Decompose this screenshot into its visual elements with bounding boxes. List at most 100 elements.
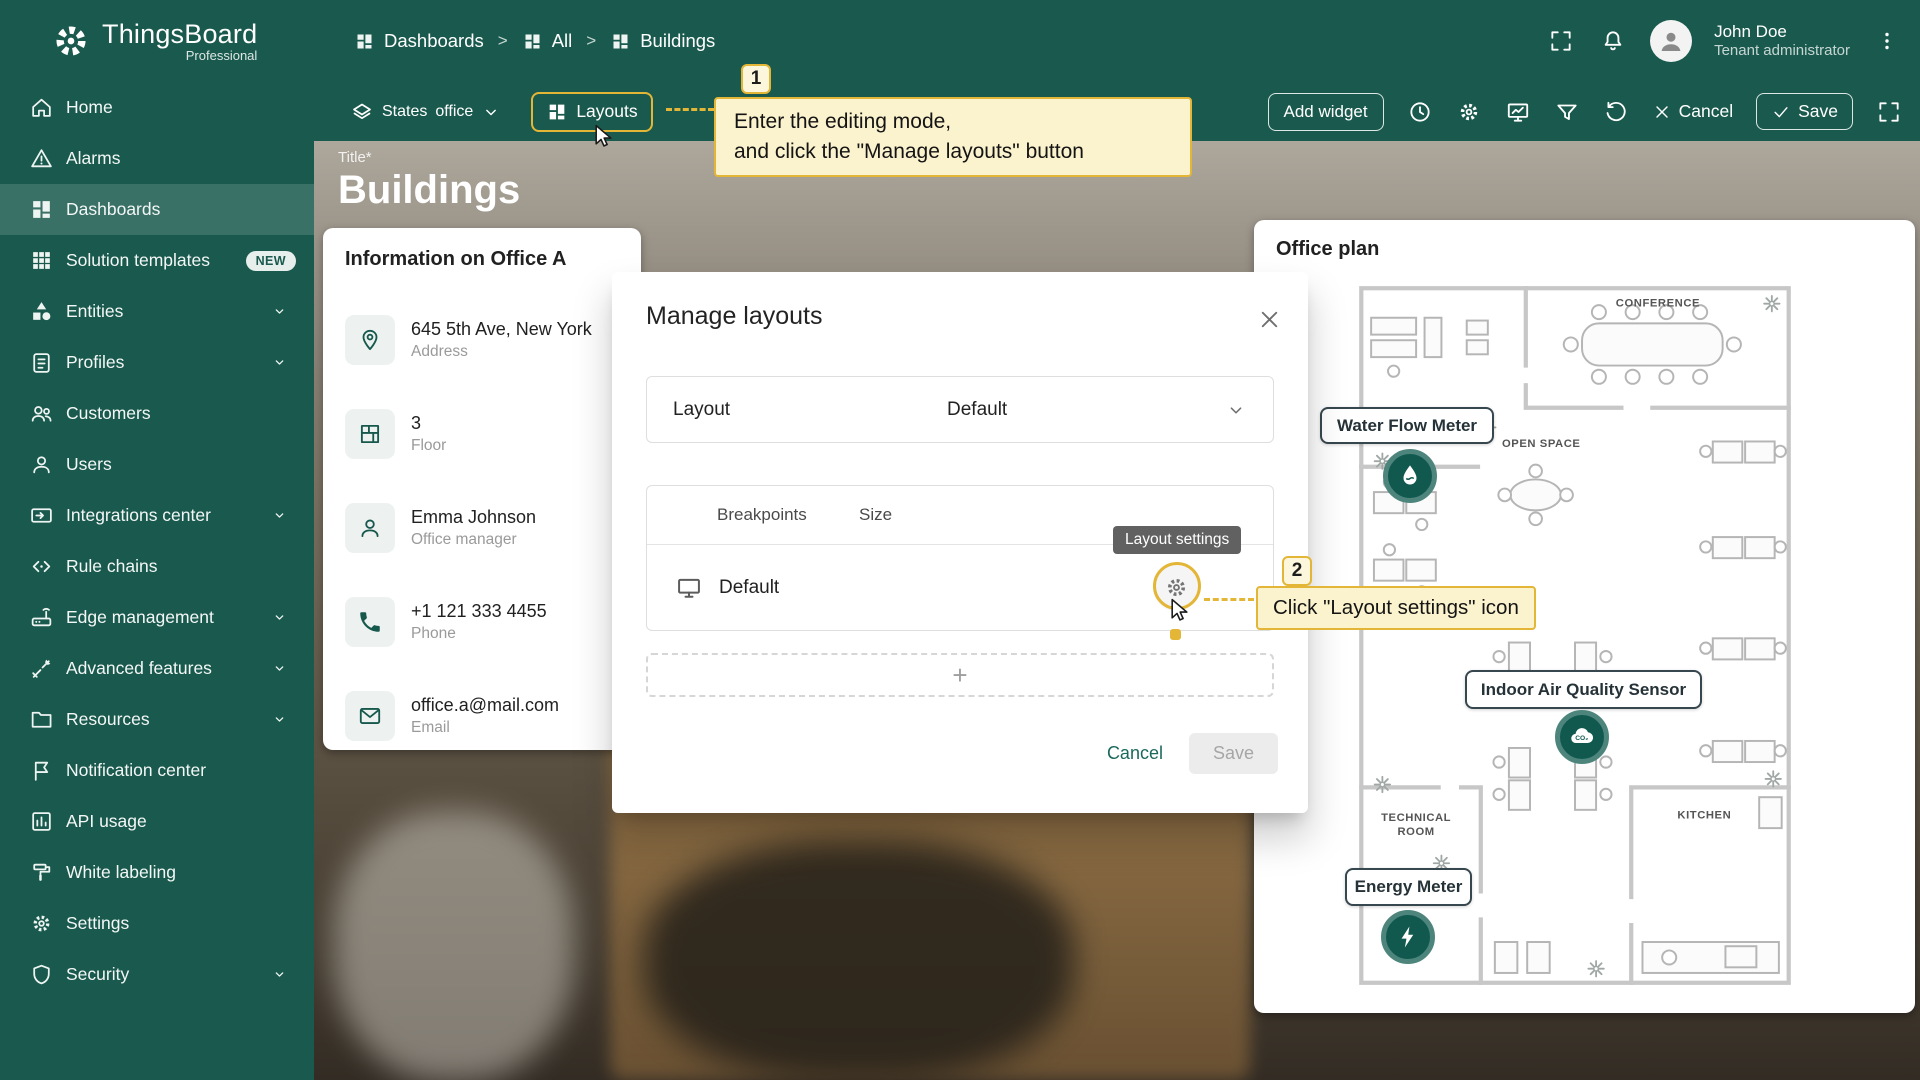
- dialog-close-icon[interactable]: [1252, 302, 1286, 336]
- layout-select-value: Default: [947, 399, 1007, 421]
- user-role: Tenant administrator: [1714, 42, 1850, 61]
- cursor-pointer-icon: [590, 122, 617, 154]
- kebab-menu-icon[interactable]: [1872, 26, 1902, 56]
- dialog-save-button[interactable]: Save: [1189, 733, 1278, 774]
- filters-icon[interactable]: [1554, 99, 1580, 125]
- annotation-1-connector: [666, 108, 714, 111]
- alarm-icon: [29, 146, 54, 171]
- user-name: John Doe: [1714, 21, 1850, 42]
- sidebar-item-settings[interactable]: Settings: [0, 898, 314, 949]
- sidebar-item-alarms[interactable]: Alarms: [0, 133, 314, 184]
- room-label-technical-2: ROOM: [1398, 826, 1435, 838]
- energy-meter-icon[interactable]: [1381, 910, 1435, 964]
- folder-icon: [29, 707, 54, 732]
- sidebar-item-solution-templates[interactable]: Solution templates NEW: [0, 235, 314, 286]
- sidebar-item-rule-chains[interactable]: Rule chains: [0, 541, 314, 592]
- title-field-label: Title*: [338, 149, 520, 166]
- save-dashboard-button[interactable]: Save: [1756, 93, 1853, 130]
- integrations-icon: [29, 503, 54, 528]
- office-plan-title: Office plan: [1276, 238, 1893, 261]
- room-label-kitchen: KITCHEN: [1677, 809, 1731, 821]
- breadcrumb-separator: >: [586, 31, 596, 51]
- avatar[interactable]: [1650, 20, 1692, 62]
- sidebar-item-advanced-features[interactable]: Advanced features: [0, 643, 314, 694]
- annotation-step-1-badge: 1: [741, 64, 771, 94]
- brand-name: ThingsBoard: [102, 19, 257, 50]
- energy-meter-button[interactable]: Energy Meter: [1345, 868, 1472, 906]
- annotation-step-1-text: Enter the editing mode, and click the "M…: [714, 97, 1192, 177]
- add-layout-button[interactable]: +: [646, 653, 1274, 697]
- breadcrumb-buildings[interactable]: Buildings: [610, 30, 715, 52]
- layers-icon: [350, 100, 374, 124]
- chart-icon: [29, 809, 54, 834]
- logo[interactable]: ThingsBoard Professional: [0, 0, 314, 82]
- sidebar-item-edge-management[interactable]: Edge management: [0, 592, 314, 643]
- fullscreen-icon[interactable]: [1546, 26, 1576, 56]
- dialog-cancel-button[interactable]: Cancel: [1093, 734, 1177, 773]
- sidebar-item-api-usage[interactable]: API usage: [0, 796, 314, 847]
- breadcrumb-all[interactable]: All: [522, 30, 573, 52]
- rule-chains-icon: [29, 554, 54, 579]
- sidebar-item-dashboards[interactable]: Dashboards: [0, 184, 314, 235]
- dashboards-icon: [522, 31, 543, 52]
- column-breakpoints: Breakpoints: [717, 505, 859, 525]
- sidebar-item-security[interactable]: Security: [0, 949, 314, 1000]
- floor-plan-icon: [345, 409, 395, 459]
- dashboard-title-input[interactable]: Buildings: [338, 168, 520, 213]
- states-value: office: [435, 103, 473, 121]
- sidebar-item-customers[interactable]: Customers: [0, 388, 314, 439]
- user-info[interactable]: John Doe Tenant administrator: [1714, 21, 1850, 61]
- notifications-bell-icon[interactable]: [1598, 26, 1628, 56]
- dashboard-settings-gear-icon[interactable]: [1456, 99, 1482, 125]
- sidebar-item-profiles[interactable]: Profiles: [0, 337, 314, 388]
- sidebar-item-resources[interactable]: Resources: [0, 694, 314, 745]
- breadcrumb-dashboards[interactable]: Dashboards: [354, 30, 484, 52]
- brand-edition: Professional: [186, 48, 258, 63]
- desktop-icon: [675, 574, 703, 602]
- click-indicator: [1170, 629, 1181, 640]
- water-flow-meter-button[interactable]: Water Flow Meter: [1320, 407, 1494, 444]
- sidebar-item-integrations-center[interactable]: Integrations center: [0, 490, 314, 541]
- dashboards-icon: [610, 31, 631, 52]
- sidebar-nav: Home Alarms Dashboards Solution template…: [0, 82, 314, 1000]
- chevron-down-icon: [267, 962, 292, 987]
- users-icon: [29, 452, 54, 477]
- sidebar-item-home[interactable]: Home: [0, 82, 314, 133]
- layout-field-label: Layout: [673, 399, 730, 421]
- info-item-manager: Emma JohnsonOffice manager: [345, 503, 619, 553]
- sidebar-item-notification-center[interactable]: Notification center: [0, 745, 314, 796]
- top-bar: Dashboards > All > Buildings John Doe Te…: [314, 0, 1920, 82]
- advanced-features-icon: [29, 656, 54, 681]
- entity-aliases-icon[interactable]: [1505, 99, 1531, 125]
- svg-text:CO₂: CO₂: [1575, 735, 1588, 742]
- info-item-floor: 3Floor: [345, 409, 619, 459]
- version-history-icon[interactable]: [1603, 99, 1629, 125]
- shield-icon: [29, 962, 54, 987]
- new-badge: NEW: [246, 251, 296, 271]
- photo-light-chair: [334, 811, 574, 1080]
- toolbar-fullscreen-icon[interactable]: [1876, 99, 1902, 125]
- water-flow-meter-icon[interactable]: [1383, 449, 1437, 503]
- annotation-step-2-badge: 2: [1282, 556, 1312, 586]
- states-select[interactable]: States office: [350, 100, 501, 124]
- person-icon: [345, 503, 395, 553]
- timewindow-clock-icon[interactable]: [1407, 99, 1433, 125]
- cancel-edit-button[interactable]: Cancel: [1652, 101, 1733, 122]
- column-size: Size: [859, 505, 892, 525]
- sidebar-item-entities[interactable]: Entities: [0, 286, 314, 337]
- sidebar-item-white-labeling[interactable]: White labeling: [0, 847, 314, 898]
- photo-dark-chairs: [644, 841, 1074, 1080]
- dashboard-title-field[interactable]: Title* Buildings: [338, 149, 520, 213]
- add-widget-button[interactable]: Add widget: [1268, 93, 1384, 131]
- location-pin-icon: [345, 315, 395, 365]
- co2-sensor-icon[interactable]: CO₂: [1555, 710, 1609, 764]
- entities-icon: [29, 299, 54, 324]
- sidebar: ThingsBoard Professional Home Alarms Das…: [0, 0, 314, 1080]
- layout-select[interactable]: Default: [947, 399, 1247, 421]
- info-card-office-a: Information on Office A 645 5th Ave, New…: [323, 228, 641, 750]
- breadcrumb-separator: >: [498, 31, 508, 51]
- indoor-air-quality-sensor-button[interactable]: Indoor Air Quality Sensor: [1465, 670, 1702, 709]
- sidebar-item-users[interactable]: Users: [0, 439, 314, 490]
- room-label-conference: CONFERENCE: [1616, 297, 1700, 309]
- chevron-down-icon: [267, 350, 292, 375]
